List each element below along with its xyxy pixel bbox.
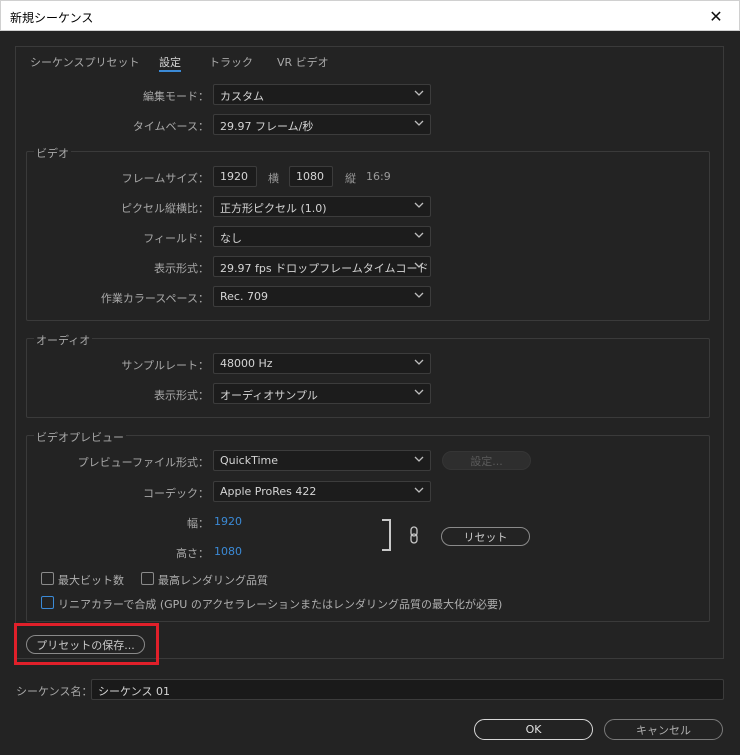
preview-height-label: 高さ： (176, 547, 209, 560)
frame-size-label: フレームサイズ： (121, 172, 209, 185)
max-bit-depth-checkbox[interactable] (41, 572, 54, 585)
ok-button[interactable]: OK (474, 719, 593, 740)
sample-rate-value: 48000 Hz (220, 357, 273, 370)
video-display-format-value: 29.97 fps ドロップフレームタイムコード (220, 262, 429, 275)
timebase-select[interactable]: 29.97 フレーム/秒 (213, 114, 431, 135)
codec-label: コーデック： (143, 487, 209, 500)
chevron-down-icon (414, 90, 424, 96)
codec-value: Apple ProRes 422 (220, 485, 317, 498)
frame-height-field[interactable]: 1080 (289, 166, 333, 187)
tab-sequence-presets[interactable]: シーケンスプリセット (30, 54, 139, 70)
close-button[interactable]: ✕ (693, 1, 739, 31)
window-title: 新規シーケンス (10, 11, 94, 25)
chevron-down-icon (414, 120, 424, 126)
frame-height-unit: 縦 (345, 172, 356, 185)
sequence-name-input[interactable]: シーケンス 01 (91, 679, 724, 700)
tab-vr-video[interactable]: VR ビデオ (277, 54, 329, 70)
audio-display-format-value: オーディオサンプル (220, 389, 318, 402)
aspect-link-bracket (382, 519, 391, 551)
field-label: フィールド： (143, 232, 209, 245)
reset-button[interactable]: リセット (441, 527, 530, 546)
audio-display-format-label: 表示形式： (154, 389, 209, 402)
sample-rate-select[interactable]: 48000 Hz (213, 353, 431, 374)
video-preview-group-label: ビデオプレビュー (34, 429, 126, 445)
max-bit-depth-label: 最大ビット数 (58, 574, 124, 587)
title-bar: 新規シーケンス ✕ (0, 0, 740, 31)
preview-file-format-select[interactable]: QuickTime (213, 450, 431, 471)
link-chain-icon[interactable] (409, 526, 419, 544)
linear-color-label: リニアカラーで合成 (GPU のアクセラレーションまたはレンダリング品質の最大化… (58, 598, 503, 611)
color-space-select[interactable]: Rec. 709 (213, 286, 431, 307)
chevron-down-icon (414, 359, 424, 365)
chevron-down-icon (414, 202, 424, 208)
tab-tracks[interactable]: トラック (209, 54, 253, 70)
audio-group-label: オーディオ (34, 332, 93, 348)
codec-select[interactable]: Apple ProRes 422 (213, 481, 431, 502)
video-display-format-label: 表示形式： (154, 262, 209, 275)
close-icon: ✕ (709, 6, 723, 26)
frame-width-unit: 横 (268, 172, 279, 185)
frame-width-field[interactable]: 1920 (213, 166, 257, 187)
field-value: なし (220, 232, 242, 245)
sequence-name-label: シーケンス名： (16, 685, 93, 698)
highlight-box (14, 623, 159, 665)
edit-mode-value: カスタム (220, 90, 264, 103)
preview-width-label: 幅： (187, 517, 209, 530)
tab-settings[interactable]: 設定 (159, 54, 181, 70)
aspect-ratio-text: 16:9 (366, 170, 391, 183)
preview-file-format-label: プレビューファイル形式： (77, 456, 209, 469)
active-tab-indicator (159, 70, 181, 72)
color-space-value: Rec. 709 (220, 290, 268, 303)
max-render-quality-checkbox[interactable] (141, 572, 154, 585)
field-select[interactable]: なし (213, 226, 431, 247)
preview-settings-button[interactable]: 設定... (442, 451, 531, 470)
cancel-button[interactable]: キャンセル (604, 719, 723, 740)
chevron-down-icon (414, 487, 424, 493)
pixel-aspect-select[interactable]: 正方形ピクセル (1.0) (213, 196, 431, 217)
preview-width-value[interactable]: 1920 (214, 515, 242, 528)
linear-color-checkbox[interactable] (41, 596, 54, 609)
color-space-label: 作業カラースペース： (100, 292, 209, 305)
video-display-format-select[interactable]: 29.97 fps ドロップフレームタイムコード (213, 256, 431, 277)
pixel-aspect-label: ピクセル縦横比： (121, 202, 209, 215)
chevron-down-icon (414, 232, 424, 238)
chevron-down-icon (414, 292, 424, 298)
audio-group (26, 338, 710, 418)
chevron-down-icon (414, 262, 424, 268)
edit-mode-label: 編集モード： (143, 90, 209, 103)
timebase-value: 29.97 フレーム/秒 (220, 120, 314, 133)
video-group-label: ビデオ (34, 145, 71, 161)
preview-file-format-value: QuickTime (220, 454, 279, 467)
chevron-down-icon (414, 389, 424, 395)
audio-display-format-select[interactable]: オーディオサンプル (213, 383, 431, 404)
pixel-aspect-value: 正方形ピクセル (1.0) (220, 202, 327, 215)
preview-height-value[interactable]: 1080 (214, 545, 242, 558)
chevron-down-icon (414, 456, 424, 462)
edit-mode-select[interactable]: カスタム (213, 84, 431, 105)
sample-rate-label: サンプルレート： (121, 359, 209, 372)
timebase-label: タイムベース： (132, 120, 209, 133)
max-render-quality-label: 最高レンダリング品質 (158, 574, 268, 587)
